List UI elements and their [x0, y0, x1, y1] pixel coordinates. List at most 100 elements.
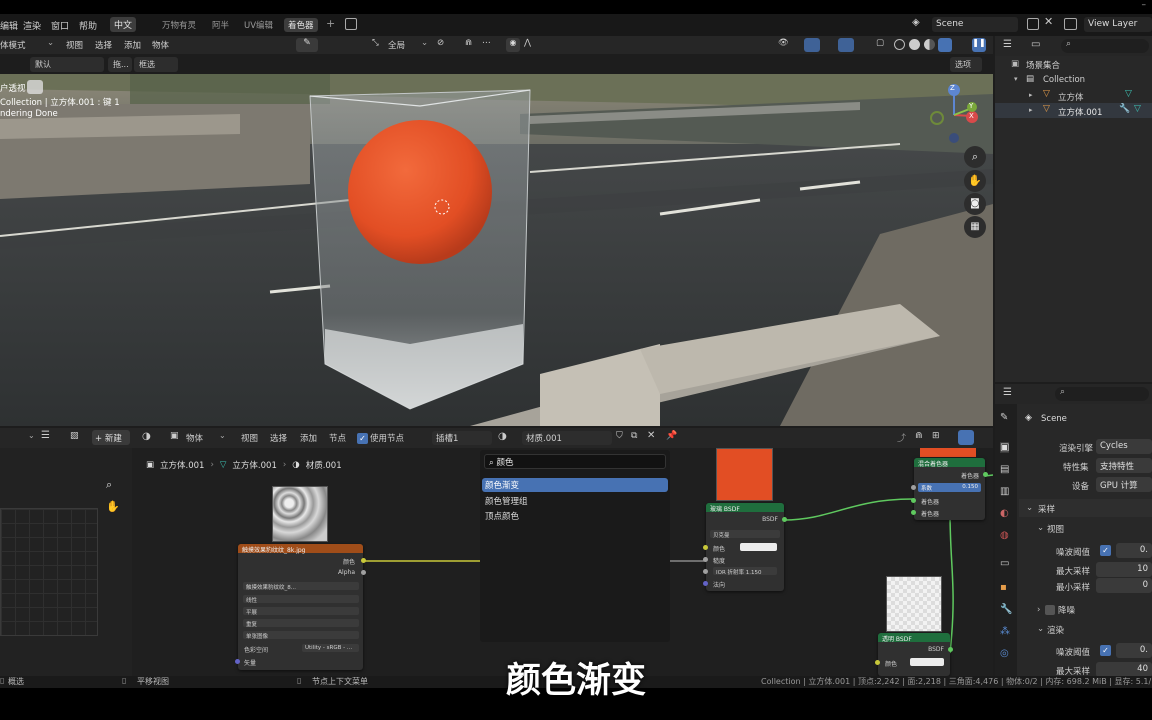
- transform-space-dropdown[interactable]: 全局: [388, 39, 405, 51]
- outliner-object-1[interactable]: 立方体: [1058, 91, 1084, 103]
- navigation-gizmo[interactable]: Z Y X: [928, 82, 983, 144]
- mesh-data-icon[interactable]: ▽: [1134, 104, 1141, 114]
- world-tab-icon[interactable]: ◍: [1000, 530, 1009, 541]
- shader-output-socket[interactable]: [983, 472, 988, 477]
- options-dropdown[interactable]: 选项: [950, 57, 982, 72]
- tab-shading[interactable]: 着色器: [284, 18, 318, 32]
- search-result-vertex-color[interactable]: 顶点颜色: [482, 509, 668, 523]
- noise-threshold-field[interactable]: 0.: [1116, 543, 1152, 558]
- search-result-color-ramp[interactable]: 颜色渐变: [482, 478, 668, 492]
- menu-add[interactable]: 添加: [124, 39, 141, 51]
- outliner-editor-type-icon[interactable]: ☰: [1003, 39, 1012, 50]
- mix-shader-node[interactable]: 混合着色器 着色器 系数 0.150 着色器 着色器: [911, 458, 988, 520]
- default-dropdown[interactable]: 默认: [30, 57, 104, 72]
- ior-input-socket[interactable]: [703, 569, 708, 574]
- particles-tab-icon[interactable]: ⁂: [1000, 626, 1010, 637]
- modifier-tab-icon[interactable]: 🔧: [1000, 604, 1012, 615]
- render-engine-dropdown[interactable]: Cycles: [1096, 439, 1152, 454]
- proportional-edit-icon[interactable]: ◉: [506, 38, 520, 52]
- collection-tab-icon[interactable]: ▭: [1000, 558, 1009, 569]
- properties-search-input[interactable]: ⌕: [1055, 387, 1149, 401]
- fac-slider[interactable]: 系数 0.150: [918, 483, 981, 492]
- image-node-header[interactable]: 触摸效果豹纹纹_8k.jpg: [238, 544, 363, 554]
- eyedropper-icon[interactable]: ✎: [296, 38, 318, 52]
- menu-window[interactable]: 窗口: [51, 19, 69, 32]
- gizmo-toggle-icon[interactable]: [804, 38, 820, 52]
- outliner-search-input[interactable]: ⌕: [1061, 39, 1149, 53]
- interpolation-dropdown[interactable]: 线性: [243, 595, 359, 604]
- outliner-object-2[interactable]: 立方体.001: [1058, 106, 1102, 118]
- shader1-input-socket[interactable]: [911, 498, 916, 503]
- select-box-dropdown[interactable]: 框选: [134, 57, 178, 72]
- outliner-root[interactable]: 场景集合: [1026, 59, 1060, 71]
- scene-tab-icon[interactable]: ◐: [1000, 508, 1009, 519]
- snap-icon[interactable]: ⋒: [465, 38, 472, 48]
- menu-help[interactable]: 帮助: [79, 19, 97, 32]
- pause-render-icon[interactable]: ❚❚: [972, 38, 986, 52]
- expand-object-icon[interactable]: ▸: [1029, 106, 1033, 114]
- alpha-output-socket[interactable]: [361, 570, 366, 575]
- minimize-icon[interactable]: –: [1142, 0, 1147, 10]
- new-scene-icon[interactable]: [1027, 18, 1039, 30]
- workspace-menu-icon[interactable]: [345, 18, 357, 30]
- colorspace-dropdown[interactable]: Utility - sRGB - ...: [302, 644, 359, 652]
- pan-hand-icon[interactable]: ✋: [106, 500, 120, 513]
- view-layer-tab-icon[interactable]: ▥: [1000, 486, 1009, 497]
- view-layer-field[interactable]: View Layer: [1084, 17, 1152, 32]
- render-tab-icon[interactable]: ▣: [1000, 442, 1010, 453]
- bsdf-output-socket[interactable]: [782, 517, 787, 522]
- zoom-icon[interactable]: ⌕: [106, 478, 112, 492]
- device-dropdown[interactable]: GPU 计算: [1096, 477, 1152, 492]
- menu-select[interactable]: 选择: [95, 39, 112, 51]
- mesh-data-icon[interactable]: ▽: [1125, 89, 1132, 99]
- image-icon[interactable]: ▨: [70, 431, 79, 441]
- transparent-node-header[interactable]: 透明 BSDF: [878, 633, 950, 643]
- shader-node-editor[interactable]: ◑ ▣ 物体 ⌄ 视图 选择 添加 节点 ✓ 使用节点 插槽1 ◑ 材质.001…: [132, 428, 993, 676]
- solid-shading-icon[interactable]: [909, 39, 920, 50]
- mix-node-header[interactable]: 混合着色器: [914, 458, 985, 468]
- glass-bsdf-node[interactable]: 玻璃 BSDF BSDF 贝克曼 颜色 糙度 IOR 折射率 1.150 法向: [703, 503, 787, 591]
- outliner-collection[interactable]: Collection: [1043, 75, 1085, 85]
- source-dropdown[interactable]: 单张图像: [243, 631, 359, 640]
- hamburger-menu-icon[interactable]: ☰: [41, 430, 50, 441]
- distribution-dropdown[interactable]: 贝克曼: [710, 530, 780, 539]
- tab-workspace-2[interactable]: 阿半: [208, 18, 233, 32]
- tab-uv-editing[interactable]: UV编辑: [240, 18, 277, 32]
- drag-dropdown[interactable]: 拖...: [108, 57, 132, 72]
- fac-input-socket[interactable]: [911, 485, 916, 490]
- color-input-socket[interactable]: [703, 545, 708, 550]
- feature-set-dropdown[interactable]: 支持特性: [1096, 458, 1152, 473]
- tab-workspace-1[interactable]: 万物有灵: [158, 18, 200, 32]
- max-samples-field[interactable]: 10: [1096, 562, 1152, 577]
- glass-color-swatch[interactable]: [740, 543, 777, 551]
- pivot-icon[interactable]: ⊘: [437, 38, 444, 48]
- falloff-icon[interactable]: ⋀: [524, 38, 531, 48]
- scene-icon[interactable]: ◈: [912, 17, 920, 28]
- menu-edit[interactable]: 编辑: [0, 19, 18, 32]
- extension-dropdown[interactable]: 重复: [243, 619, 359, 628]
- wrench-icon[interactable]: 🔧: [1119, 104, 1130, 114]
- camera-view-icon[interactable]: ◙: [964, 193, 986, 215]
- glass-node-header[interactable]: 玻璃 BSDF: [706, 503, 784, 513]
- noise-threshold-checkbox[interactable]: ✓: [1100, 545, 1111, 556]
- menu-view[interactable]: 视图: [66, 39, 83, 51]
- normal-input-socket[interactable]: [703, 581, 708, 586]
- scene-name-field[interactable]: Scene: [932, 17, 1018, 32]
- color-output-socket[interactable]: [361, 558, 366, 563]
- mode-dropdown[interactable]: 体模式: [0, 39, 26, 51]
- projection-dropdown[interactable]: 平展: [243, 607, 359, 616]
- snap-increment-icon[interactable]: ⋯: [482, 38, 491, 48]
- add-workspace-button[interactable]: +: [322, 16, 339, 31]
- image-file-field[interactable]: 触摸效果豹纹纹_8...: [243, 582, 359, 591]
- language-button[interactable]: 中文: [110, 17, 137, 32]
- search-result-color-management[interactable]: 颜色管理组: [482, 494, 668, 508]
- ior-field[interactable]: IOR 折射率 1.150: [713, 567, 777, 576]
- denoise-checkbox[interactable]: [1045, 605, 1055, 615]
- new-image-button[interactable]: + 新建: [92, 430, 130, 445]
- visibility-icon[interactable]: 👁: [778, 38, 789, 48]
- zoom-icon[interactable]: ⌕: [964, 146, 986, 168]
- expand-object-icon[interactable]: ▸: [1029, 91, 1033, 99]
- menu-object[interactable]: 物体: [152, 39, 169, 51]
- shader2-input-socket[interactable]: [911, 510, 916, 515]
- min-samples-field[interactable]: 0: [1096, 578, 1152, 593]
